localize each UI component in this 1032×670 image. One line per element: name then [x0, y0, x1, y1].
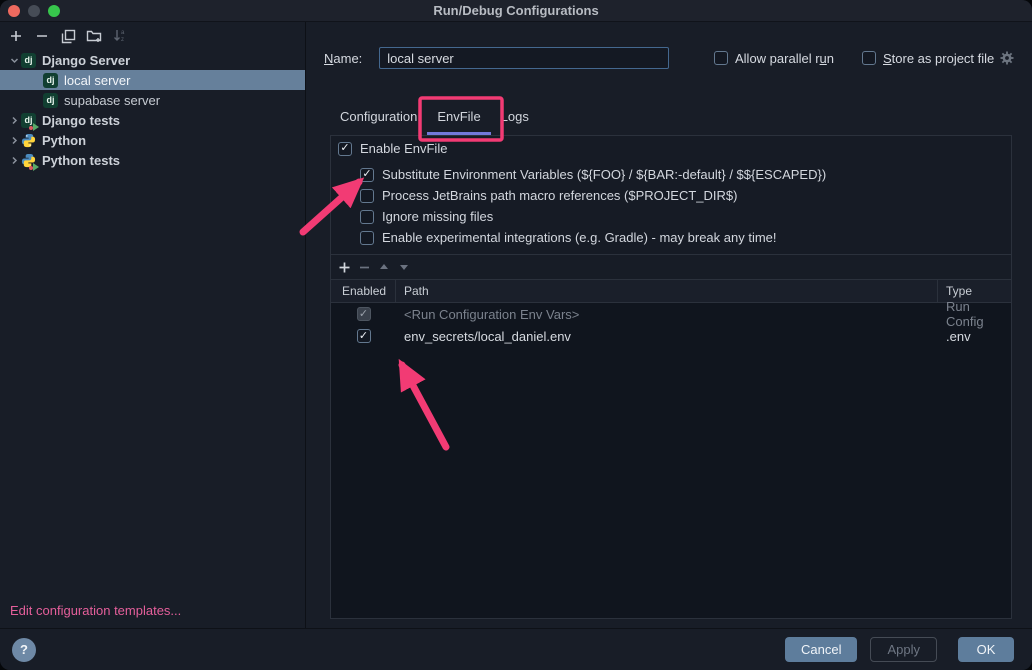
envfile-tab-panel: Enable EnvFile Substitute Environment Va…: [330, 135, 1012, 619]
django-icon: dj: [43, 93, 58, 108]
allow-parallel-run-checkbox[interactable]: Allow parallel run: [714, 51, 834, 66]
enable-envfile-label: Enable EnvFile: [360, 141, 447, 156]
move-up-icon[interactable]: [377, 260, 391, 274]
tab-configuration[interactable]: Configuration: [330, 98, 427, 135]
chevron-right-icon[interactable]: [8, 116, 20, 125]
column-header-enabled[interactable]: Enabled: [331, 280, 396, 302]
cancel-button[interactable]: Cancel: [785, 637, 857, 662]
env-files-table-body: <Run Configuration Env Vars> Run Config …: [331, 303, 1011, 618]
django-icon: dj: [21, 53, 36, 68]
configuration-editor: Name: Allow parallel run Store as projec…: [306, 22, 1032, 628]
checkbox-checked[interactable]: [357, 329, 371, 343]
zoom-window-button[interactable]: [48, 5, 60, 17]
experimental-integrations-checkbox[interactable]: Enable experimental integrations (e.g. G…: [360, 230, 777, 245]
substitute-env-vars-checkbox[interactable]: Substitute Environment Variables (${FOO}…: [360, 167, 826, 182]
configurations-tree: dj Django Server dj local server dj supa…: [0, 50, 305, 170]
env-file-path: env_secrets/local_daniel.env: [396, 329, 938, 344]
enable-envfile-checkbox[interactable]: Enable EnvFile: [338, 141, 447, 156]
substitute-env-vars-label: Substitute Environment Variables (${FOO}…: [382, 167, 826, 182]
configuration-name-input[interactable]: [379, 47, 669, 69]
table-row-env-secrets[interactable]: env_secrets/local_daniel.env .env: [331, 325, 1011, 347]
chevron-right-icon[interactable]: [8, 156, 20, 165]
checkbox-checked[interactable]: [360, 168, 374, 182]
sidebar-toolbar: az: [0, 22, 305, 50]
tree-item-supabase-server[interactable]: dj supabase server: [0, 90, 305, 110]
title-bar: Run/Debug Configurations: [0, 0, 1032, 22]
table-row-run-config-env-vars[interactable]: <Run Configuration Env Vars> Run Config: [331, 303, 1011, 325]
configurations-sidebar: az dj Django Server dj local server dj s…: [0, 22, 306, 628]
move-down-icon[interactable]: [397, 260, 411, 274]
dialog-footer: ? Cancel Apply OK: [0, 628, 1032, 670]
remove-configuration-icon[interactable]: [34, 28, 50, 44]
env-files-table-header: Enabled Path Type: [331, 279, 1011, 303]
editor-tabs: Configuration EnvFile Logs: [330, 98, 539, 135]
python-icon: [21, 133, 36, 148]
minimize-window-button[interactable]: [28, 5, 40, 17]
process-path-macros-label: Process JetBrains path macro references …: [382, 188, 737, 203]
store-options-gear-icon[interactable]: [1000, 51, 1014, 68]
tree-item-python-tests[interactable]: Python tests: [0, 150, 305, 170]
ignore-missing-files-label: Ignore missing files: [382, 209, 493, 224]
env-file-type: .env: [938, 329, 1011, 344]
tree-item-local-server[interactable]: dj local server: [0, 70, 305, 90]
copy-configuration-icon[interactable]: [60, 28, 76, 44]
close-window-button[interactable]: [8, 5, 20, 17]
svg-text:a: a: [121, 30, 125, 36]
column-header-path[interactable]: Path: [396, 280, 938, 302]
tree-item-django-server[interactable]: dj Django Server: [0, 50, 305, 70]
env-files-toolbar: [331, 254, 1011, 279]
django-icon: dj: [43, 73, 58, 88]
ignore-missing-files-checkbox[interactable]: Ignore missing files: [360, 209, 493, 224]
tree-item-python[interactable]: Python: [0, 130, 305, 150]
remove-env-file-icon[interactable]: [357, 260, 371, 274]
tree-item-django-tests[interactable]: dj Django tests: [0, 110, 305, 130]
store-as-project-file-label: Store as project file: [883, 51, 994, 66]
checkbox-unchecked[interactable]: [360, 210, 374, 224]
env-file-path: <Run Configuration Env Vars>: [396, 307, 938, 322]
checkbox-unchecked[interactable]: [360, 231, 374, 245]
run-debug-configurations-dialog: Run/Debug Configurations az: [0, 0, 1032, 670]
ok-button[interactable]: OK: [958, 637, 1014, 662]
process-path-macros-checkbox[interactable]: Process JetBrains path macro references …: [360, 188, 737, 203]
experimental-integrations-label: Enable experimental integrations (e.g. G…: [382, 230, 777, 245]
apply-button[interactable]: Apply: [870, 637, 937, 662]
checkbox-unchecked[interactable]: [714, 51, 728, 65]
dialog-title: Run/Debug Configurations: [0, 3, 1032, 18]
checkbox-unchecked[interactable]: [862, 51, 876, 65]
tab-envfile[interactable]: EnvFile: [427, 98, 490, 135]
checkbox-unchecked[interactable]: [360, 189, 374, 203]
checkbox-checked[interactable]: [338, 142, 352, 156]
chevron-right-icon[interactable]: [8, 136, 20, 145]
python-tests-icon: [21, 153, 36, 168]
name-label: Name:: [324, 51, 362, 66]
django-tests-icon: dj: [21, 113, 36, 128]
checkbox-checked-disabled: [357, 307, 371, 321]
env-file-type: Run Config: [938, 299, 1011, 329]
chevron-down-icon[interactable]: [8, 56, 20, 65]
new-folder-icon[interactable]: [86, 28, 102, 44]
sort-alphabetically-icon[interactable]: az: [112, 28, 128, 44]
svg-text:z: z: [121, 37, 124, 43]
edit-configuration-templates-link[interactable]: Edit configuration templates...: [10, 603, 181, 618]
add-env-file-icon[interactable]: [337, 260, 351, 274]
help-button[interactable]: ?: [12, 638, 36, 662]
allow-parallel-run-label: Allow parallel run: [735, 51, 834, 66]
store-as-project-file-checkbox[interactable]: Store as project file: [862, 51, 994, 66]
tab-logs[interactable]: Logs: [491, 98, 539, 135]
name-row: Name: Allow parallel run Store as projec…: [324, 46, 1014, 70]
add-configuration-icon[interactable]: [8, 28, 24, 44]
